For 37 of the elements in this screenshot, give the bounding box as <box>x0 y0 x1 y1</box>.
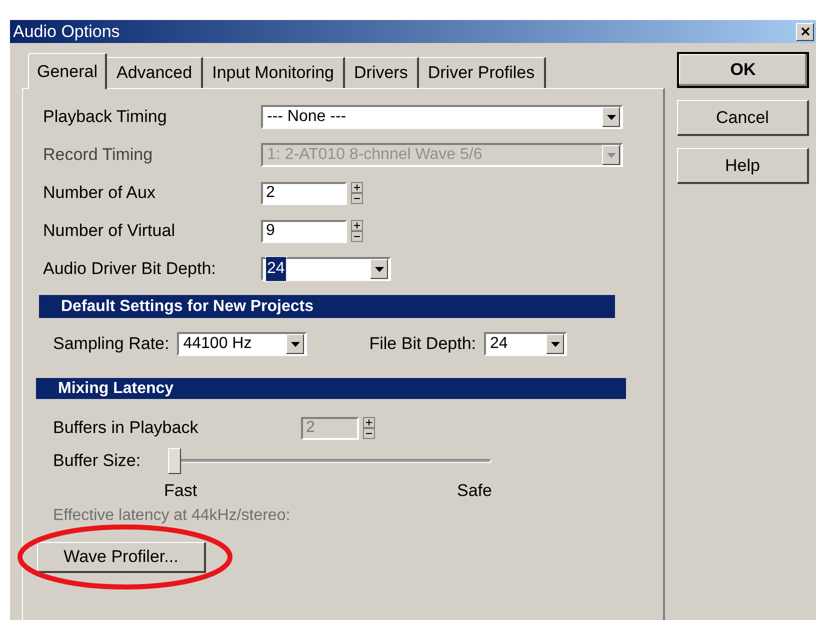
field-label: Record Timing <box>43 144 154 166</box>
field-label: Buffer Size: <box>53 450 142 472</box>
dropdown[interactable]: 24 <box>261 257 391 281</box>
spin-arrows-icon[interactable] <box>363 417 375 439</box>
latency-text: Effective latency at 44kHz/stereo: <box>52 506 292 526</box>
tab[interactable]: Advanced <box>107 57 204 88</box>
field-label: Number of Aux <box>43 182 156 204</box>
slider-thumb[interactable] <box>168 448 181 474</box>
dropdown[interactable]: 44100 Hz <box>177 332 308 356</box>
dialog-button[interactable]: Help <box>677 148 809 184</box>
window-title: Audio Options <box>13 20 120 43</box>
dialog-button[interactable]: Cancel <box>677 100 809 136</box>
section-header: Mixing Latency <box>36 378 626 399</box>
field-label: Buffers in Playback <box>53 417 200 440</box>
section-header: Default Settings for New Projects <box>39 295 615 318</box>
dropdown[interactable]: --- None --- <box>261 105 623 129</box>
slider-max-label: Safe <box>457 480 492 502</box>
field-label: Playback Timing <box>43 106 168 128</box>
slider-min-label: Fast <box>164 480 198 502</box>
number-field[interactable]: 9 <box>261 220 347 242</box>
tab[interactable]: Driver Profiles <box>418 57 546 88</box>
spin-arrows-icon[interactable] <box>351 182 363 204</box>
tab[interactable]: General <box>28 53 108 89</box>
wave-profiler-button[interactable]: Wave Profiler... <box>37 542 206 573</box>
slider[interactable] <box>168 448 491 474</box>
dialog-button[interactable]: OK <box>677 52 809 88</box>
tab[interactable]: Drivers <box>345 57 419 88</box>
number-field[interactable]: 2 <box>261 182 347 204</box>
field-label: File Bit Depth: <box>369 333 476 356</box>
close-button[interactable] <box>796 22 814 40</box>
spin-arrows-icon[interactable] <box>351 220 363 242</box>
field-label: Audio Driver Bit Depth: <box>43 258 217 280</box>
close-icon <box>800 27 810 36</box>
field-label: Sampling Rate: <box>53 333 170 356</box>
field-label: Number of Virtual <box>43 220 176 242</box>
tab[interactable]: Input Monitoring <box>203 57 346 88</box>
dropdown[interactable]: 24 <box>484 332 567 356</box>
